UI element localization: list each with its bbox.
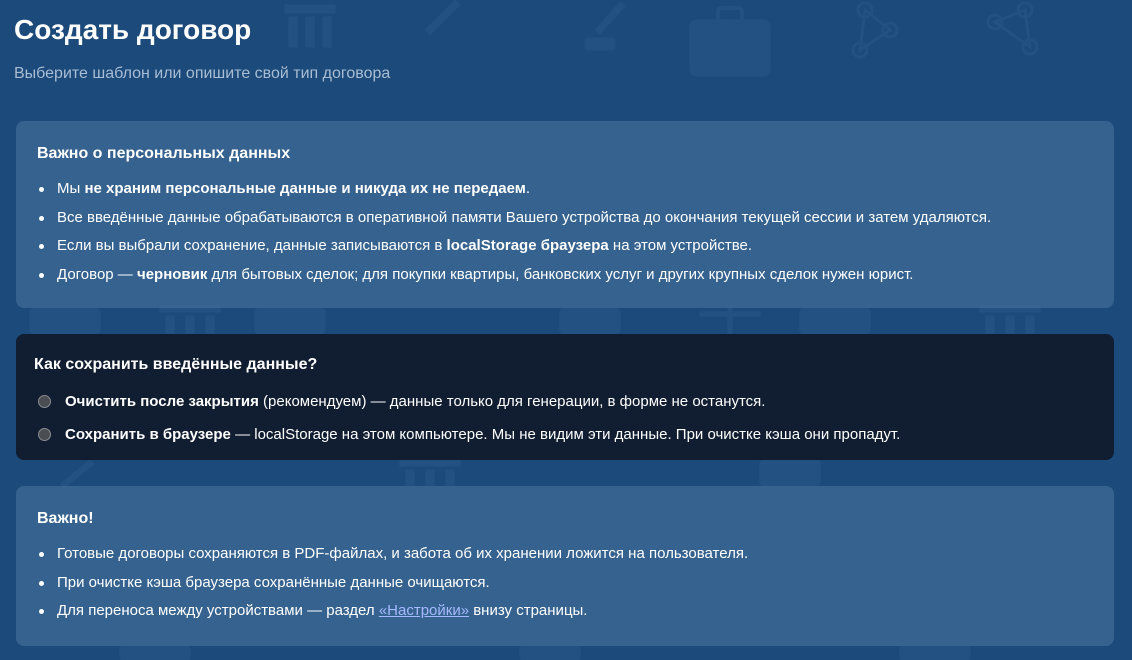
scales-icon [699,305,761,335]
important-notice-title: Важно! [37,510,94,527]
quill-pen-icon [59,459,95,489]
briefcase-icon [759,459,821,487]
privacy-item-localstorage: Если вы выбрали сохранение, данные запис… [37,232,1093,261]
important-item-transfer: Для переноса между устройствами — раздел… [37,597,1093,626]
quill-pen-icon [424,0,461,36]
privacy-notice-title: Важно о персональных данных [37,145,291,162]
network-icon [986,1,1039,56]
important-notice-card: Важно! Готовые договоры сохраняются в PD… [16,486,1114,646]
radio-button-save[interactable] [38,428,51,441]
privacy-item-memory: Все введённые данные обрабатываются в оп… [37,204,1093,233]
law-column-icon [399,459,461,487]
book-icon [119,645,191,660]
privacy-item-draft: Договор — черновик для бытовых сделок; д… [37,261,1093,290]
book-icon [254,307,326,335]
page-subtitle: Выберите шаблон или опишите свой тип дог… [14,65,391,82]
settings-link[interactable]: «Настройки» [379,602,469,619]
radio-option-save-in-browser[interactable]: Сохранить в браузере — localStorage на э… [34,418,1096,451]
storage-choice-card: Как сохранить введённые данные? Очистить… [16,334,1114,460]
privacy-notice-list: Мы не храним персональные данные и никуд… [37,175,1093,289]
radio-label-save: Сохранить в браузере — localStorage на э… [65,426,901,443]
network-icon [851,1,899,59]
law-column-icon [979,305,1041,337]
radio-button-clear[interactable] [38,395,51,408]
law-column-icon [159,305,221,337]
storage-choice-title: Как сохранить введённые данные? [34,356,318,373]
scales-icon [519,645,581,660]
important-item-pdf: Готовые договоры сохраняются в PDF-файла… [37,540,1093,569]
privacy-notice-card: Важно о персональных данных Мы не храним… [16,121,1114,308]
radio-option-clear-after-close[interactable]: Очистить после закрытия (рекомендуем) — … [34,385,1096,418]
important-item-cache: При очистке кэша браузера сохранённые да… [37,569,1093,598]
law-column-icon [284,4,336,48]
briefcase-icon [559,307,621,335]
quill-pen-icon [584,1,626,51]
radio-label-clear: Очистить после закрытия (рекомендуем) — … [65,393,766,410]
page-title: Создать договор [14,14,252,45]
book-icon [799,307,871,335]
important-notice-list: Готовые договоры сохраняются в PDF-файла… [37,540,1093,626]
privacy-item-no-storage: Мы не храним персональные данные и никуд… [37,175,1093,204]
briefcase-icon [689,6,771,77]
book-icon [29,307,101,335]
book-icon [899,645,971,660]
